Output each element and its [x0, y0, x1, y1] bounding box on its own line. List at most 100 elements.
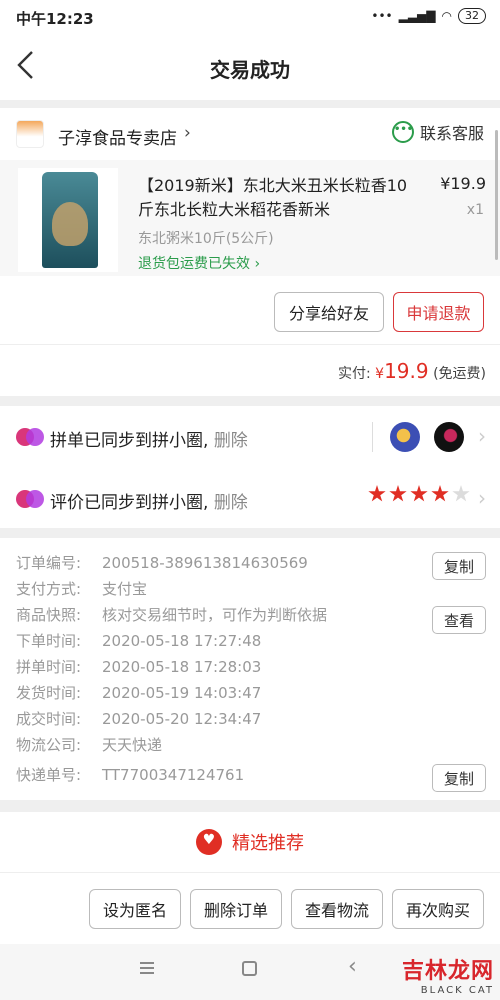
shop-name[interactable]: 子淳食品专卖店	[58, 124, 177, 149]
page-title: 交易成功	[210, 58, 290, 82]
home-icon[interactable]	[242, 961, 257, 976]
order-info-value: 2020-05-18 17:28:03	[102, 658, 262, 676]
shop-logo	[16, 120, 44, 148]
chevron-right-icon: ›	[250, 256, 261, 272]
set-anonymous-button[interactable]: 设为匿名	[89, 889, 181, 929]
pxq-logo-icon	[16, 490, 44, 508]
order-info-row: 物流公司: 天天快递	[16, 732, 162, 758]
order-info-value: 2020-05-18 17:27:48	[102, 632, 262, 650]
refund-button[interactable]: 申请退款	[393, 292, 484, 332]
order-info-row: 商品快照: 核对交易细节时，可作为判断依据	[16, 602, 327, 628]
order-info-row: 成交时间: 2020-05-20 12:34:47	[16, 706, 261, 732]
order-info-row: 快递单号: TT7700347124761	[16, 762, 244, 788]
status-bar: 中午12:23 ••• ▂▃▅▇ ◠ 32	[0, 0, 500, 34]
product-spec: 东北粥米10斤(5公斤)	[138, 231, 274, 247]
order-info-value: 2020-05-20 12:34:47	[102, 710, 262, 728]
nav-bar: 交易成功	[0, 34, 500, 100]
share-button[interactable]: 分享给好友	[274, 292, 384, 332]
return-shipping-label: 退货包运费已失效	[138, 256, 250, 272]
divider	[372, 422, 373, 452]
paid-label: 实付:	[337, 366, 371, 382]
chevron-right-icon[interactable]: ›	[184, 123, 191, 143]
order-info-row: 拼单时间: 2020-05-18 17:28:03	[16, 654, 261, 680]
order-info-row: 订单编号: 200518-389613814630569	[16, 550, 308, 576]
copy-tracking-number-button[interactable]: 复制	[432, 764, 486, 792]
order-info-row: 下单时间: 2020-05-18 17:27:48	[16, 628, 261, 654]
product-image[interactable]	[18, 168, 118, 272]
order-info-row: 发货时间: 2020-05-19 14:03:47	[16, 680, 261, 706]
contact-service-label: 联系客服	[419, 124, 484, 143]
star-filled-icon	[368, 485, 386, 502]
payment-summary: 实付: ¥19.9 (免运费)	[0, 344, 500, 396]
star-filled-icon	[431, 485, 449, 502]
group-sync-row[interactable]: 拼单已同步到拼小圈, 删除 ›	[0, 406, 500, 466]
heart-icon	[196, 829, 222, 855]
product-price: ¥19.9	[440, 174, 486, 193]
chevron-right-icon[interactable]: ›	[478, 424, 486, 448]
star-filled-icon	[410, 485, 428, 502]
watermark: 吉林龙网 BLACK CAT	[402, 953, 494, 996]
order-info-value: 核对交易细节时，可作为判断依据	[102, 606, 328, 624]
sync-card: 拼单已同步到拼小圈, 删除 › 评价已同步到拼小圈, 删除 ›	[0, 406, 500, 528]
group-sync-text: 拼单已同步到拼小圈,	[50, 431, 209, 451]
order-info-key: 订单编号:	[16, 554, 82, 572]
product-title: 【2019新米】东北大米丑米长粒香10斤东北长粒大米稻花香新米	[138, 176, 408, 219]
order-info-key: 发货时间:	[16, 684, 82, 702]
delete-order-button[interactable]: 删除订单	[190, 889, 282, 929]
group-sync-delete[interactable]: 删除	[214, 431, 248, 451]
watermark-en: BLACK CAT	[420, 985, 494, 996]
order-info-row: 支付方式: 支付宝	[16, 576, 147, 602]
recommend-header: 精选推荐	[0, 812, 500, 872]
bottom-action-bar: 设为匿名 删除订单 查看物流 再次购买	[0, 872, 500, 944]
star-empty-icon	[452, 485, 470, 502]
view-snapshot-button[interactable]: 查看	[432, 606, 486, 634]
paid-amount: 实付: ¥19.9 (免运费)	[338, 359, 486, 383]
order-info-key: 拼单时间:	[16, 658, 82, 676]
paid-currency: ¥	[375, 366, 385, 382]
scrollbar[interactable]	[495, 130, 498, 260]
contact-service-button[interactable]: ••• 联系客服	[391, 120, 484, 144]
order-info-value: 天天快递	[102, 736, 163, 754]
watermark-cn: 吉林龙网	[401, 959, 494, 984]
order-info-card: 复制 查看 复制 订单编号: 200518-389613814630569 支付方式…	[0, 538, 500, 800]
view-logistics-button[interactable]: 查看物流	[291, 889, 383, 929]
order-info-value: 支付宝	[102, 580, 148, 598]
review-sync-delete[interactable]: 删除	[214, 493, 248, 513]
order-info-key: 快递单号:	[16, 766, 82, 784]
product-item[interactable]: 【2019新米】东北大米丑米长粒香10斤东北长粒大米稻花香新米 ¥19.9 x1…	[0, 160, 500, 276]
pxq-logo-icon	[16, 428, 44, 446]
recommend-label: 精选推荐	[232, 833, 304, 854]
order-info-value: 200518-389613814630569	[102, 554, 308, 572]
shipping-note: (免运费)	[433, 366, 486, 382]
rating-stars	[368, 485, 470, 503]
order-info-key: 物流公司:	[16, 736, 82, 754]
buy-again-button[interactable]: 再次购买	[392, 889, 484, 929]
battery-icon: 32	[458, 8, 486, 24]
avatar[interactable]	[434, 422, 464, 452]
order-info-value: TT7700347124761	[102, 766, 245, 784]
product-quantity: x1	[466, 202, 484, 218]
review-sync-text: 评价已同步到拼小圈,	[50, 493, 209, 513]
more-dots-icon: •••	[371, 9, 393, 23]
system-nav-bar: ‹ 吉林龙网 BLACK CAT	[0, 944, 500, 1000]
order-product-card: 子淳食品专卖店 › ••• 联系客服 【2019新米】东北大米丑米长粒香10斤东…	[0, 108, 500, 344]
status-icons: ••• ▂▃▅▇ ◠ 32	[371, 8, 486, 24]
wifi-icon: ◠	[441, 9, 452, 23]
order-info-key: 成交时间:	[16, 710, 82, 728]
signal-icon: ▂▃▅▇	[398, 9, 436, 23]
back-icon[interactable]: ‹	[348, 954, 357, 979]
order-info-value: 2020-05-19 14:03:47	[102, 684, 262, 702]
chevron-right-icon[interactable]: ›	[478, 486, 486, 510]
status-time: 中午12:23	[16, 10, 94, 28]
chat-bubble-icon: •••	[391, 121, 414, 143]
paid-value: 19.9	[384, 359, 429, 383]
star-filled-icon	[389, 485, 407, 502]
copy-order-number-button[interactable]: 复制	[432, 552, 486, 580]
menu-icon[interactable]	[140, 962, 154, 974]
avatar[interactable]	[390, 422, 420, 452]
order-info-key: 支付方式:	[16, 580, 82, 598]
order-info-key: 商品快照:	[16, 606, 82, 624]
review-sync-row[interactable]: 评价已同步到拼小圈, 删除 ›	[0, 468, 500, 528]
order-info-key: 下单时间:	[16, 632, 82, 650]
return-shipping-note[interactable]: 退货包运费已失效 ›	[138, 253, 260, 273]
